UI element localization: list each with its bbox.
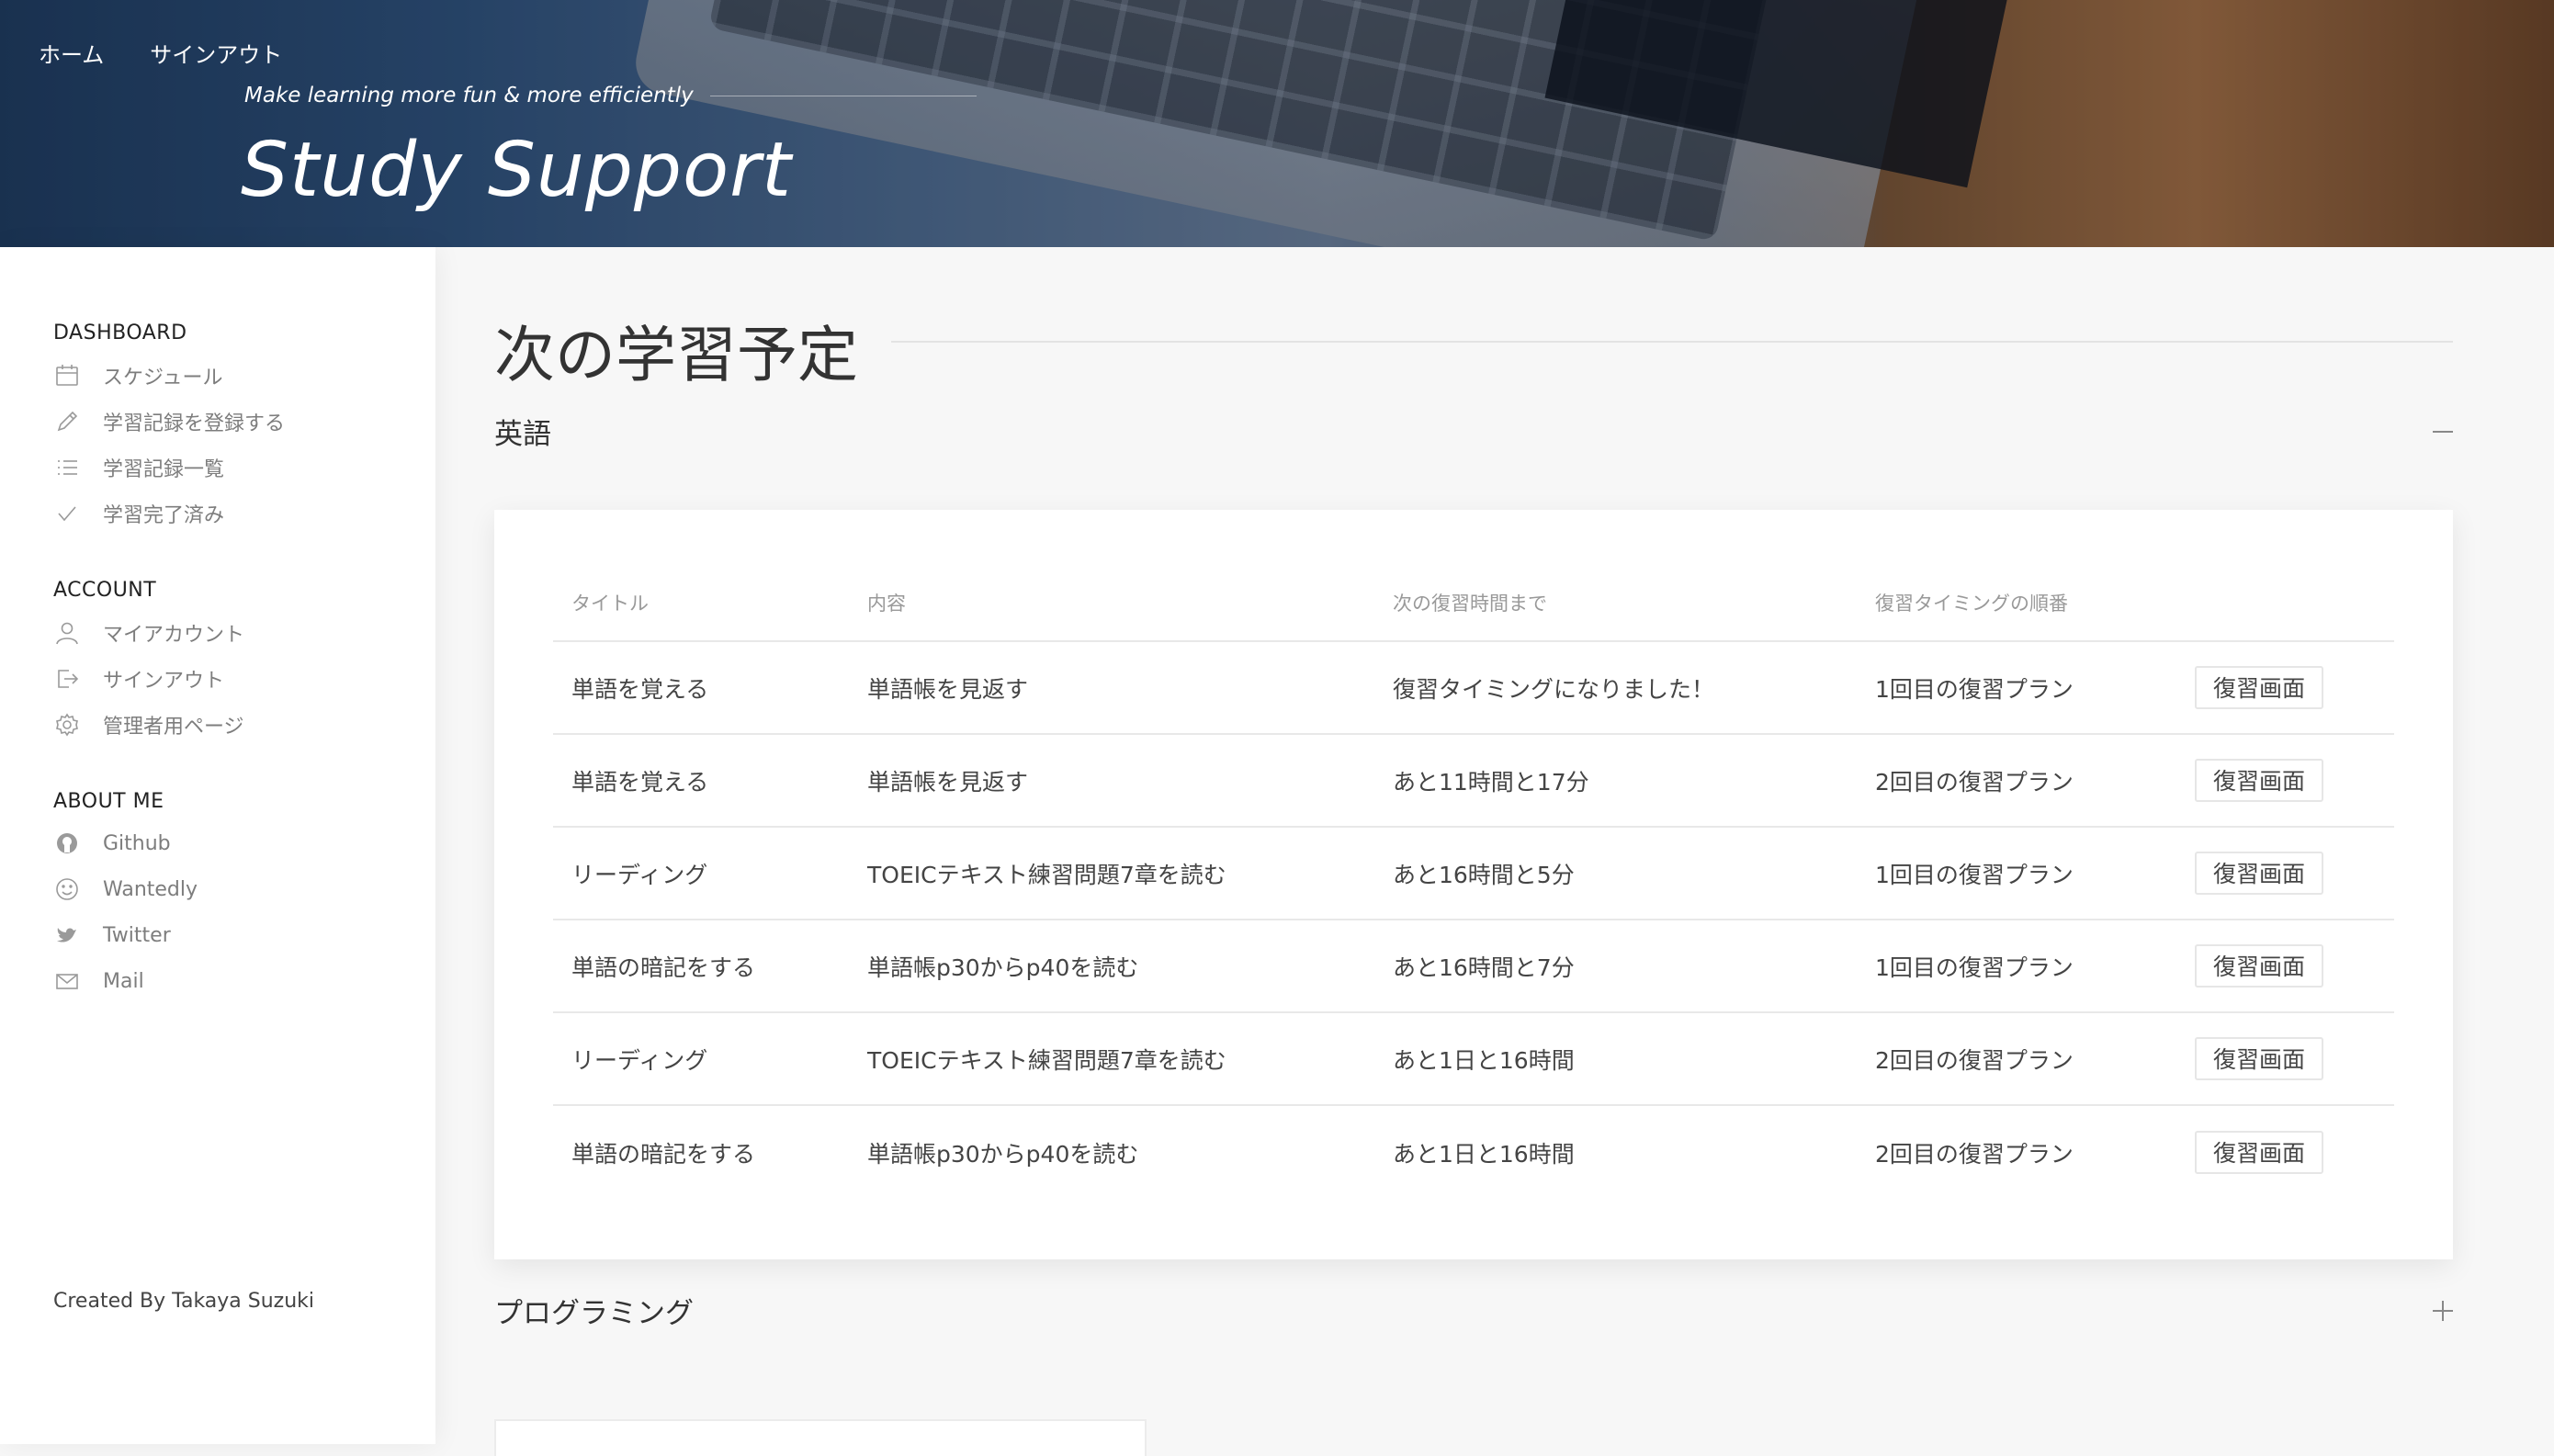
mail-icon [53,967,81,995]
sidebar: DASHBOARD スケジュール 学習記録を登録する 学習記録一覧 学習完了済み… [0,247,435,1444]
row-review-order: 1回目の復習プラン [1875,675,2074,703]
sidebar-item-signout[interactable]: サインアウト [53,664,224,694]
category-label: プログラミング [494,1297,694,1330]
sidebar-item-label: Twitter [103,923,171,947]
sidebar-item-admin[interactable]: 管理者用ページ [53,710,244,739]
table-row: リーディング TOEICテキスト練習問題7章を読む あと1日と16時間 2回目の… [553,1013,2394,1106]
tagline-text: Make learning more fun & more efficientl… [244,84,694,107]
twitter-icon [53,921,81,949]
column-header-content: 内容 [867,593,906,615]
row-title: リーディング [571,861,708,888]
sidebar-item-record-list[interactable]: 学習記録一覧 [53,453,224,482]
category-header-english[interactable]: 英語 [494,411,2457,452]
row-next-review: 復習タイミングになりました！ [1393,675,1715,703]
sidebar-item-label: マイアカウント [103,624,245,647]
programming-card-partial [494,1419,1147,1456]
table-row: リーディング TOEICテキスト練習問題7章を読む あと16時間と5分 1回目の… [553,828,2394,920]
sidebar-credit: Created By Takaya Suzuki [53,1290,315,1313]
sidebar-item-label: 学習記録を登録する [103,412,286,435]
column-header-next-review: 次の復習時間まで [1393,593,1547,615]
table-row: 単語を覚える 単語帳を見返す 復習タイミングになりました！ 1回目の復習プラン … [553,642,2394,735]
row-review-order: 1回目の復習プラン [1875,954,2074,981]
row-next-review: あと1日と16時間 [1393,1046,1575,1074]
sidebar-item-label: 学習完了済み [103,504,225,527]
category-label: 英語 [494,418,551,451]
sidebar-item-label: Wantedly [103,877,198,901]
sidebar-item-label: Github [103,831,171,855]
nav-home-link[interactable]: ホーム [39,37,104,69]
title-divider [891,341,2453,343]
review-screen-button[interactable]: 復習画面 [2195,1037,2323,1080]
sidebar-item-mail[interactable]: Mail [53,967,144,995]
page-title: 次の学習予定 [494,320,858,390]
sidebar-item-label: サインアウト [103,670,225,693]
collapse-minus-icon[interactable] [2429,418,2457,446]
row-content: 単語帳を見返す [867,675,1029,703]
list-icon [53,454,81,481]
row-next-review: あと11時間と17分 [1393,768,1589,796]
english-schedule-card: タイトル 内容 次の復習時間まで 復習タイミングの順番 単語を覚える 単語帳を見… [494,510,2453,1259]
sidebar-item-twitter[interactable]: Twitter [53,921,171,949]
signout-icon [53,665,81,693]
row-title: 単語を覚える [571,768,709,796]
row-review-order: 2回目の復習プラン [1875,1046,2074,1074]
sidebar-item-completed[interactable]: 学習完了済み [53,499,224,528]
row-review-order: 1回目の復習プラン [1875,861,2074,888]
row-review-order: 2回目の復習プラン [1875,768,2074,796]
main-content: 次の学習予定 英語 タイトル 内容 次の復習時間まで 復習タイミングの順番 単語… [435,247,2554,1456]
calendar-icon [53,362,81,389]
github-icon [53,830,81,857]
row-next-review: あと16時間と7分 [1393,954,1575,981]
table-header-row: タイトル 内容 次の復習時間まで 復習タイミングの順番 [553,565,2394,642]
pencil-icon [53,408,81,435]
category-header-programming[interactable]: プログラミング [494,1290,2457,1331]
review-screen-button[interactable]: 復習画面 [2195,944,2323,988]
row-content: 単語帳を見返す [867,768,1029,796]
review-screen-button[interactable]: 復習画面 [2195,1131,2323,1174]
review-screen-button[interactable]: 復習画面 [2195,759,2323,802]
sidebar-item-github[interactable]: Github [53,830,171,857]
review-screen-button[interactable]: 復習画面 [2195,666,2323,709]
sidebar-item-label: 管理者用ページ [103,716,244,739]
smile-icon [53,875,81,903]
gear-icon [53,711,81,739]
row-content: TOEICテキスト練習問題7章を読む [867,1046,1226,1074]
review-screen-button[interactable]: 復習画面 [2195,852,2323,895]
top-nav: ホーム サインアウト [39,37,282,69]
sidebar-item-register-record[interactable]: 学習記録を登録する [53,407,285,436]
sidebar-section-dashboard: DASHBOARD [53,322,187,344]
sidebar-item-label: スケジュール [103,367,223,389]
sidebar-item-wantedly[interactable]: Wantedly [53,875,198,903]
schedule-table: タイトル 内容 次の復習時間まで 復習タイミングの順番 単語を覚える 単語帳を見… [553,565,2394,1199]
row-title: 単語の暗記をする [571,954,756,981]
check-icon [53,500,81,527]
site-title: Study Support [241,127,792,214]
user-icon [53,619,81,647]
row-content: 単語帳p30からp40を読む [867,954,1139,981]
column-header-review-order: 復習タイミングの順番 [1875,593,2068,615]
row-next-review: あと16時間と5分 [1393,861,1575,888]
table-row: 単語の暗記をする 単語帳p30からp40を読む あと16時間と7分 1回目の復習… [553,920,2394,1013]
column-header-title: タイトル [571,593,649,615]
sidebar-item-schedule[interactable]: スケジュール [53,361,222,390]
row-title: 単語の暗記をする [571,1140,756,1168]
table-row: 単語を覚える 単語帳を見返す あと11時間と17分 2回目の復習プラン 復習画面 [553,735,2394,828]
row-content: TOEICテキスト練習問題7章を読む [867,861,1226,888]
hero-header: ホーム サインアウト Make learning more fun & more… [0,0,2554,247]
sidebar-item-label: 学習記録一覧 [103,458,225,481]
row-review-order: 2回目の復習プラン [1875,1140,2074,1168]
table-row: 単語の暗記をする 単語帳p30からp40を読む あと1日と16時間 2回目の復習… [553,1106,2394,1199]
row-title: リーディング [571,1046,708,1074]
sidebar-section-account: ACCOUNT [53,579,157,602]
sidebar-item-label: Mail [103,969,144,993]
row-content: 単語帳p30からp40を読む [867,1140,1139,1168]
row-title: 単語を覚える [571,675,709,703]
row-next-review: あと1日と16時間 [1393,1140,1575,1168]
nav-signout-link[interactable]: サインアウト [150,37,282,69]
site-tagline: Make learning more fun & more efficientl… [244,84,977,107]
expand-plus-icon[interactable] [2429,1297,2457,1325]
sidebar-item-my-account[interactable]: マイアカウント [53,618,244,648]
sidebar-section-about: ABOUT ME [53,790,164,813]
